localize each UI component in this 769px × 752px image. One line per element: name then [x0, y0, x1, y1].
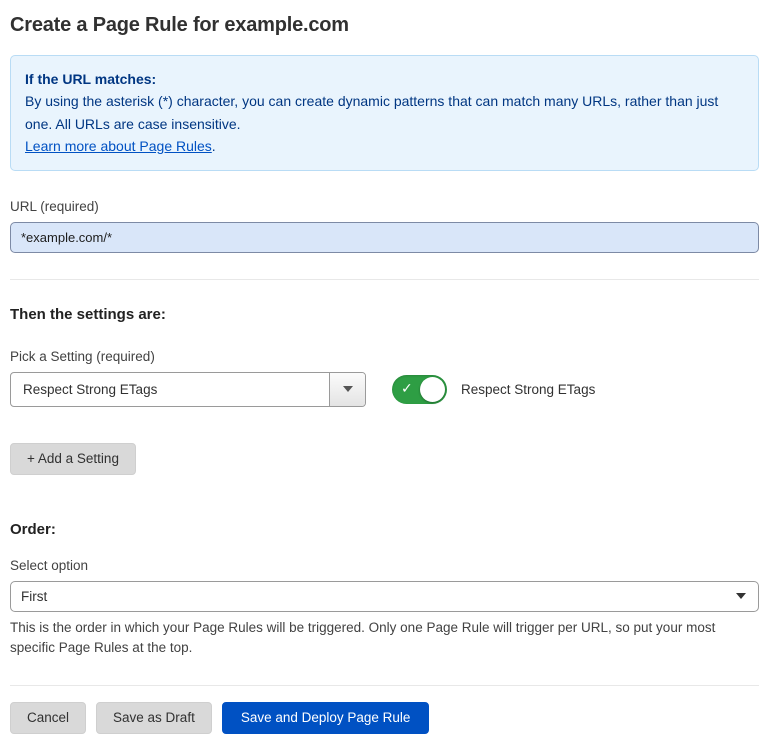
url-match-info-box: If the URL matches: By using the asteris… — [10, 55, 759, 171]
url-label: URL (required) — [10, 199, 759, 214]
dropdown-arrow-icon — [343, 386, 353, 392]
order-select-value: First — [21, 589, 47, 604]
info-link-period: . — [212, 138, 216, 154]
toggle-check-icon: ✓ — [401, 380, 413, 397]
etags-toggle[interactable]: ✓ — [392, 375, 447, 404]
setting-dropdown-value: Respect Strong ETags — [11, 373, 329, 406]
order-select[interactable]: First — [10, 581, 759, 612]
save-deploy-button[interactable]: Save and Deploy Page Rule — [222, 702, 430, 734]
toggle-knob — [420, 377, 445, 402]
section-divider-top — [10, 279, 759, 280]
section-divider-bottom — [10, 685, 759, 686]
pick-setting-label: Pick a Setting (required) — [10, 349, 759, 364]
save-draft-button[interactable]: Save as Draft — [96, 702, 212, 734]
order-heading: Order: — [10, 521, 759, 538]
setting-dropdown[interactable]: Respect Strong ETags — [10, 372, 366, 407]
action-bar: Cancel Save as Draft Save and Deploy Pag… — [10, 702, 759, 734]
toggle-label: Respect Strong ETags — [461, 382, 595, 397]
info-link-row: Learn more about Page Rules. — [25, 135, 744, 157]
learn-more-link[interactable]: Learn more about Page Rules — [25, 138, 212, 154]
add-setting-button[interactable]: + Add a Setting — [10, 443, 136, 475]
info-box-body: By using the asterisk (*) character, you… — [25, 90, 744, 135]
cancel-button[interactable]: Cancel — [10, 702, 86, 734]
settings-heading: Then the settings are: — [10, 306, 759, 323]
order-select-label: Select option — [10, 558, 759, 573]
chevron-down-icon — [736, 593, 746, 599]
setting-row: Respect Strong ETags ✓ Respect Strong ET… — [10, 372, 759, 407]
url-input[interactable] — [10, 222, 759, 253]
setting-dropdown-button[interactable] — [329, 373, 365, 406]
info-box-heading: If the URL matches: — [25, 68, 744, 90]
order-help-text: This is the order in which your Page Rul… — [10, 618, 755, 660]
page-title: Create a Page Rule for example.com — [10, 14, 759, 37]
